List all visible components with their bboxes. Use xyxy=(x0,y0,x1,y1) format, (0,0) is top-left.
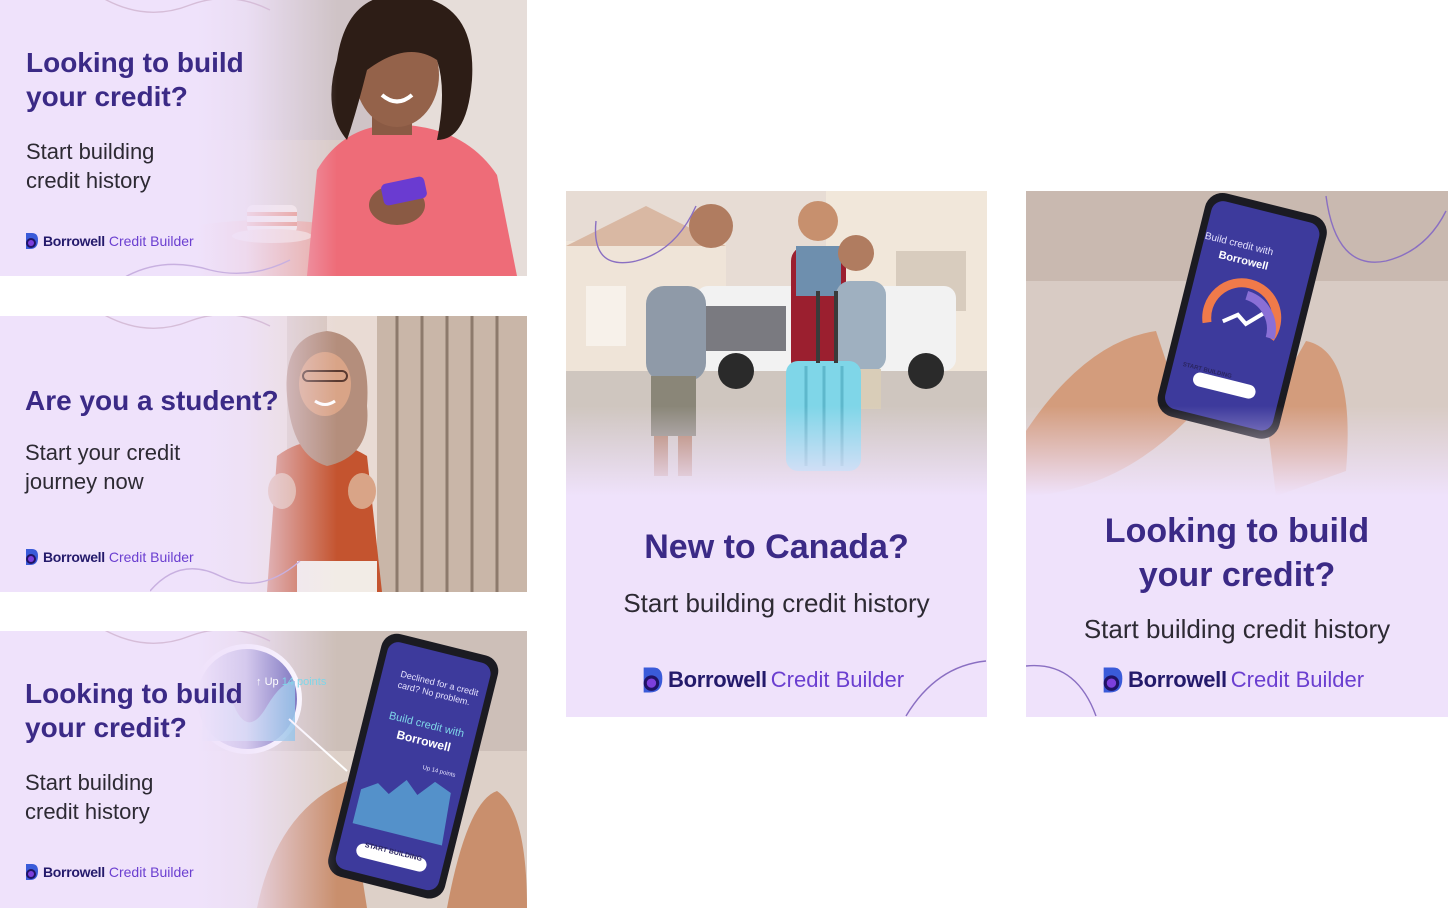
ad-banner-3[interactable]: ↑ Up 14 points Declined for a credit car… xyxy=(0,631,527,908)
subheadline: Start building credit history xyxy=(26,139,155,193)
brand-lockup[interactable]: Borrowell Credit Builder xyxy=(1102,666,1364,694)
ad-banner-5[interactable]: Build credit with Borrowell START BUILDI… xyxy=(1026,191,1448,717)
brand-lockup[interactable]: Borrowell Credit Builder xyxy=(25,863,194,881)
borrowell-logo-icon xyxy=(26,549,38,565)
banner-photo-student xyxy=(197,316,527,592)
brand-product: Credit Builder xyxy=(108,549,194,565)
borrowell-logo-icon xyxy=(26,864,38,880)
brand-name: Borrowell xyxy=(43,864,105,880)
brand-name: Borrowell xyxy=(1128,667,1227,692)
brand-product: Credit Builder xyxy=(1230,667,1365,692)
borrowell-logo-icon xyxy=(643,667,663,693)
borrowell-logo-icon xyxy=(26,233,38,249)
brand-name: Borrowell xyxy=(43,233,105,249)
brand-lockup[interactable]: Borrowell Credit Builder xyxy=(642,666,904,694)
brand-product: Credit Builder xyxy=(770,667,905,692)
headline: Looking to build your credit? xyxy=(25,678,243,744)
banner-photo-family xyxy=(566,191,987,496)
banner-photo-woman-phone xyxy=(197,0,527,276)
subheadline: Start your credit journey now xyxy=(25,440,181,494)
subheadline: Start building credit history xyxy=(1083,614,1391,644)
banner-photo-phone-app xyxy=(197,631,527,908)
borrowell-logo-icon xyxy=(1103,667,1123,693)
subheadline: Start building credit history xyxy=(25,770,154,824)
ad-banner-4[interactable]: New to Canada? Start building credit his… xyxy=(566,191,987,717)
headline: Looking to build your credit? xyxy=(26,47,244,113)
brand-product: Credit Builder xyxy=(108,864,194,880)
arrow-up-icon: ↑ xyxy=(256,676,262,688)
brand-lockup[interactable]: Borrowell Credit Builder xyxy=(25,232,194,250)
brand-lockup[interactable]: Borrowell Credit Builder xyxy=(25,548,194,566)
headline: Are you a student? xyxy=(25,385,279,416)
headline: New to Canada? xyxy=(644,528,909,566)
headline: Looking to build your credit? xyxy=(1104,512,1370,595)
brand-name: Borrowell xyxy=(668,667,767,692)
brand-product: Credit Builder xyxy=(108,233,194,249)
bubble-points-label: ↑ Up 14 points xyxy=(256,676,327,688)
subheadline: Start building credit history xyxy=(623,588,930,618)
brand-name: Borrowell xyxy=(43,549,105,565)
ad-banner-2[interactable]: Are you a student? Start your credit jou… xyxy=(0,316,527,592)
banner-photo-phone-gauge xyxy=(1026,191,1448,496)
ad-banner-1[interactable]: Looking to build your credit? Start buil… xyxy=(0,0,527,276)
